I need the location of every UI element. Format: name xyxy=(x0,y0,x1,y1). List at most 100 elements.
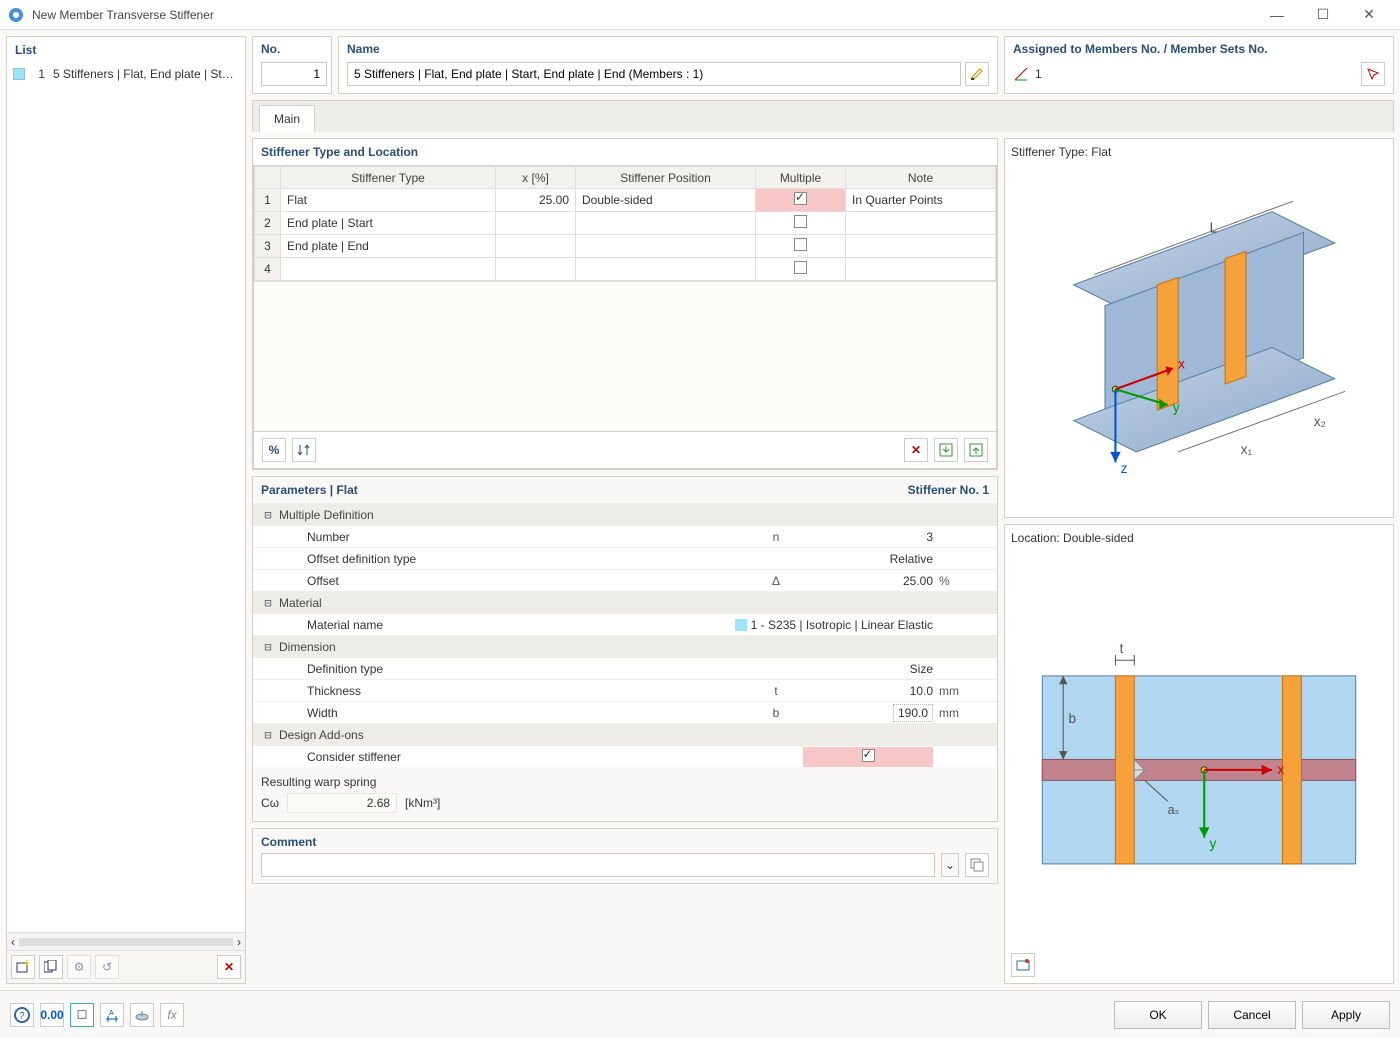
app-icon xyxy=(8,7,24,23)
svg-text:y: y xyxy=(1173,400,1180,415)
table-row[interactable]: 4 xyxy=(255,258,996,281)
stiffener-table: Stiffener Type x [%] Stiffener Position … xyxy=(254,166,996,281)
axis-icon xyxy=(1013,66,1029,82)
comment-section: Comment ⌄ xyxy=(252,828,998,884)
no-input[interactable] xyxy=(261,62,327,86)
assigned-value: 1 xyxy=(1035,67,1355,81)
maximize-button[interactable]: ☐ xyxy=(1300,0,1346,30)
multiple-checkbox[interactable] xyxy=(794,238,807,251)
warp-label: Resulting warp spring xyxy=(261,775,989,789)
multiple-checkbox[interactable] xyxy=(794,215,807,228)
function-button[interactable]: fx xyxy=(160,1003,184,1027)
comment-label: Comment xyxy=(261,835,989,849)
svg-text:aₛ: aₛ xyxy=(1168,803,1180,817)
preview-tool-button[interactable] xyxy=(1011,953,1035,977)
minimize-button[interactable]: — xyxy=(1254,0,1300,30)
stiffener-section-title: Stiffener Type and Location xyxy=(253,139,997,165)
col-type[interactable]: Stiffener Type xyxy=(281,167,496,189)
table-row[interactable]: 2End plate | Start xyxy=(255,212,996,235)
assigned-box: Assigned to Members No. / Member Sets No… xyxy=(1004,36,1394,94)
tab-main[interactable]: Main xyxy=(259,105,315,132)
svg-text:L: L xyxy=(1209,221,1217,237)
list-scrollbar[interactable]: ‹ › xyxy=(7,932,245,950)
preview-top-svg: x y z L x₁ x₂ xyxy=(1011,163,1387,511)
table-toolbar: % ✕ xyxy=(253,432,997,469)
cloud-button[interactable] xyxy=(130,1003,154,1027)
col-pos[interactable]: Stiffener Position xyxy=(576,167,756,189)
group-dimension[interactable]: ⊟Dimension xyxy=(253,635,997,657)
name-input[interactable] xyxy=(347,62,961,86)
param-offset[interactable]: OffsetΔ25.00% xyxy=(253,569,997,591)
group-multiple[interactable]: ⊟Multiple Definition xyxy=(253,503,997,525)
tool-button-3[interactable]: ⚙ xyxy=(67,955,91,979)
param-material-name[interactable]: Material name1 - S235 | Isotropic | Line… xyxy=(253,613,997,635)
pick-member-button[interactable] xyxy=(1361,62,1385,86)
multiple-checkbox[interactable] xyxy=(794,261,807,274)
warp-symbol: Cω xyxy=(261,796,279,810)
parameters-title: Parameters | Flat xyxy=(261,483,358,497)
scroll-left-icon[interactable]: ‹ xyxy=(11,935,15,949)
list-toolbar: ⚙ ↺ ✕ xyxy=(7,950,245,983)
param-offset-type[interactable]: Offset definition typeRelative xyxy=(253,547,997,569)
comment-input[interactable] xyxy=(261,853,935,877)
list-title: List xyxy=(7,37,245,63)
preview-bottom-title: Location: Double-sided xyxy=(1011,531,1387,545)
param-width[interactable]: Widthb190.0mm xyxy=(253,701,997,723)
svg-text:y: y xyxy=(1209,836,1216,851)
comment-extra-button[interactable] xyxy=(965,853,989,877)
edit-name-button[interactable] xyxy=(965,62,989,86)
title-bar: New Member Transverse Stiffener — ☐ ✕ xyxy=(0,0,1400,30)
sort-button[interactable] xyxy=(292,438,316,462)
svg-text:b: b xyxy=(1068,711,1076,726)
svg-text:A: A xyxy=(109,1010,114,1017)
warp-unit: [kNm³] xyxy=(405,796,440,810)
assigned-label: Assigned to Members No. / Member Sets No… xyxy=(1013,42,1385,56)
name-box: Name xyxy=(338,36,998,94)
list-item-swatch xyxy=(13,68,25,80)
close-button[interactable]: ✕ xyxy=(1346,0,1392,30)
param-deftype[interactable]: Definition typeSize xyxy=(253,657,997,679)
comment-dropdown-button[interactable]: ⌄ xyxy=(941,853,959,877)
preview-top-title: Stiffener Type: Flat xyxy=(1011,145,1387,159)
footer: ? 0.00 ☐ A fx OK Cancel Apply xyxy=(0,990,1400,1038)
table-row[interactable]: 1Flat25.00Double-sidedIn Quarter Points xyxy=(255,189,996,212)
warp-value: 2.68 xyxy=(287,793,397,813)
col-note[interactable]: Note xyxy=(846,167,996,189)
col-x[interactable]: x [%] xyxy=(496,167,576,189)
param-consider[interactable]: Consider stiffener xyxy=(253,745,997,767)
param-number[interactable]: Numbern3 xyxy=(253,525,997,547)
param-thickness[interactable]: Thicknesst10.0mm xyxy=(253,679,997,701)
group-design[interactable]: ⊟Design Add-ons xyxy=(253,723,997,745)
tool-button-4[interactable]: ↺ xyxy=(95,955,119,979)
percent-button[interactable]: % xyxy=(262,438,286,462)
apply-button[interactable]: Apply xyxy=(1302,1001,1390,1029)
svg-text:x₁: x₁ xyxy=(1241,442,1253,457)
consider-checkbox[interactable] xyxy=(862,749,875,762)
tab-bar: Main xyxy=(252,100,1394,132)
help-button[interactable]: ? xyxy=(10,1003,34,1027)
scroll-right-icon[interactable]: › xyxy=(237,935,241,949)
svg-text:x: x xyxy=(1178,356,1185,371)
units-button[interactable]: 0.00 xyxy=(40,1003,64,1027)
copy-item-button[interactable] xyxy=(39,955,63,979)
new-item-button[interactable] xyxy=(11,955,35,979)
cancel-button[interactable]: Cancel xyxy=(1208,1001,1296,1029)
table-row[interactable]: 3End plate | End xyxy=(255,235,996,258)
export-button[interactable] xyxy=(964,438,988,462)
list-item-number: 1 xyxy=(31,67,45,81)
svg-text:x₂: x₂ xyxy=(1314,414,1326,429)
multiple-checkbox[interactable] xyxy=(794,192,807,205)
ok-button[interactable]: OK xyxy=(1114,1001,1202,1029)
preview-bottom-svg: t b aₛ x y xyxy=(1011,549,1387,949)
parameters-subtitle: Stiffener No. 1 xyxy=(908,483,989,497)
group-material[interactable]: ⊟Material xyxy=(253,591,997,613)
delete-row-button[interactable]: ✕ xyxy=(904,438,928,462)
import-button[interactable] xyxy=(934,438,958,462)
col-mult[interactable]: Multiple xyxy=(756,167,846,189)
view-button[interactable]: ☐ xyxy=(70,1003,94,1027)
delete-item-button[interactable]: ✕ xyxy=(217,955,241,979)
dimension-button[interactable]: A xyxy=(100,1003,124,1027)
stiffener-section: Stiffener Type and Location Stiffener Ty… xyxy=(252,138,998,470)
svg-text:z: z xyxy=(1121,461,1128,476)
list-item[interactable]: 1 5 Stiffeners | Flat, End plate | Start… xyxy=(7,63,245,85)
